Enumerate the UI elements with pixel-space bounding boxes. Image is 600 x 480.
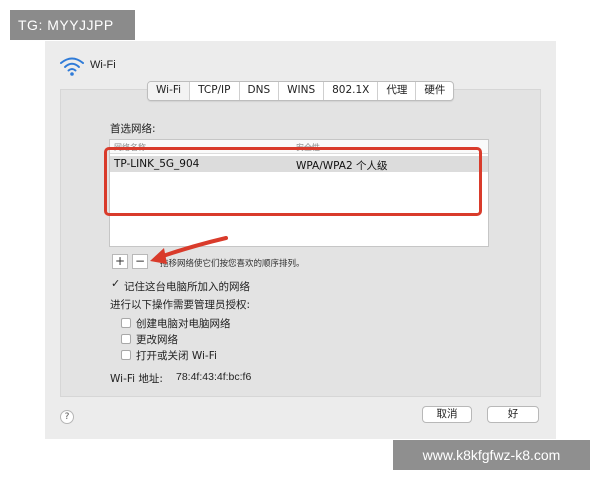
tab-wifi[interactable]: Wi-Fi (148, 82, 191, 100)
cancel-button[interactable]: 取消 (422, 406, 472, 423)
admin-auth-label: 进行以下操作需要管理员授权: (110, 299, 251, 311)
tab-proxy[interactable]: 代理 (378, 82, 417, 100)
ok-button[interactable]: 好 (487, 406, 539, 423)
tab-bar: Wi-Fi TCP/IP DNS WINS 802.1X 代理 硬件 (147, 81, 455, 101)
change-networks-label: 更改网络 (136, 334, 178, 346)
add-network-button[interactable]: + (112, 254, 128, 269)
wifi-address-label: Wi-Fi 地址: (110, 373, 163, 385)
change-networks-checkbox[interactable] (121, 334, 131, 344)
toggle-wifi-label: 打开或关闭 Wi-Fi (136, 350, 217, 362)
wifi-icon (60, 57, 84, 76)
window-title: Wi-Fi (90, 59, 116, 71)
help-button[interactable]: ? (60, 410, 74, 424)
annotation-arrow-icon (150, 236, 228, 264)
preferred-networks-label: 首选网络: (110, 123, 156, 135)
remember-networks-label: 记住这台电脑所加入的网络 (124, 281, 250, 293)
watermark-url: www.k8kfgfwz-k8.com (393, 440, 590, 470)
tab-tcpip[interactable]: TCP/IP (190, 82, 240, 100)
tab-wins[interactable]: WINS (279, 82, 325, 100)
create-ad-hoc-checkbox[interactable] (121, 318, 131, 328)
annotation-highlight-box (104, 147, 482, 216)
tab-hardware[interactable]: 硬件 (416, 82, 453, 100)
tab-dns[interactable]: DNS (240, 82, 280, 100)
tab-8021x[interactable]: 802.1X (324, 82, 379, 100)
create-ad-hoc-label: 创建电脑对电脑网络 (136, 318, 231, 330)
remember-check-icon[interactable]: ✓ (111, 278, 120, 289)
toggle-wifi-checkbox[interactable] (121, 350, 131, 360)
wifi-address-value: 78:4f:43:4f:bc:f6 (176, 371, 252, 383)
watermark-tag: TG: MYYJJPP (10, 10, 135, 40)
